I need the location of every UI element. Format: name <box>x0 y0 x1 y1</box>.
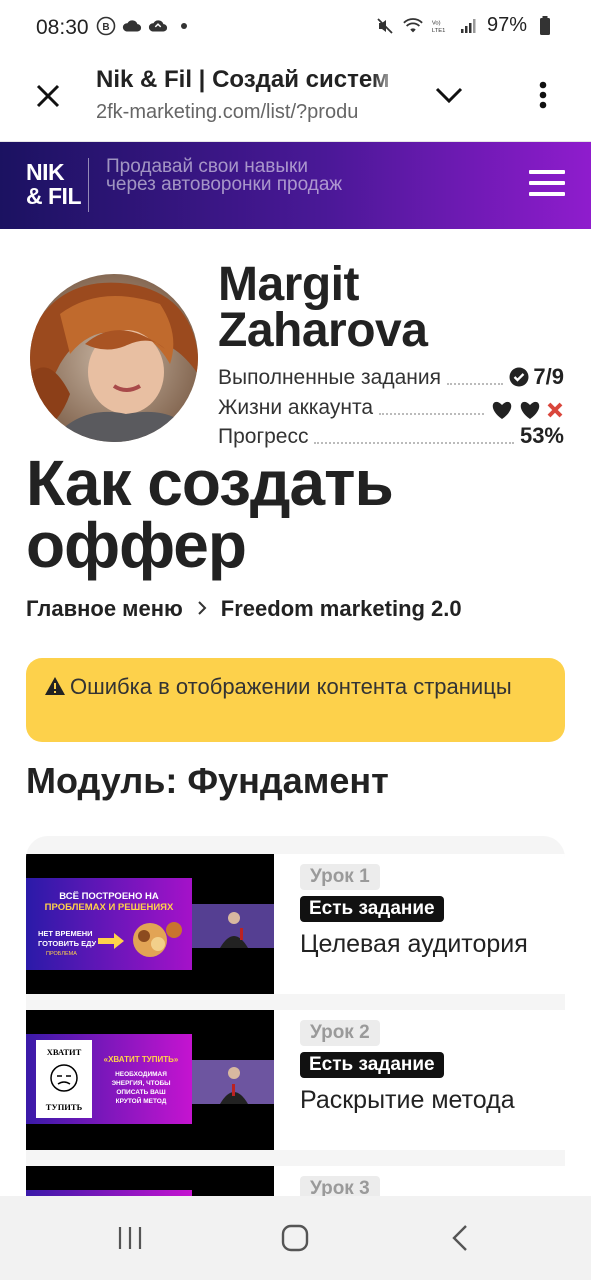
browser-page-title: Nik & Fil | Создай систем <box>96 66 402 94</box>
stat-label: Жизни аккаунта <box>218 396 374 419</box>
page-title-line-1: Как создать <box>26 447 394 519</box>
thumb-text: ПРОБЛЕМАХ И РЕШЕНИЯХ <box>45 902 174 913</box>
volte-lte-icon: Vo) LTE1 <box>431 16 451 36</box>
status-bar: 08:30 B Vo) LTE1 97% <box>0 0 591 56</box>
thumb-text: НЕОБХОДИМАЯ <box>115 1071 167 1078</box>
thumb-text: ОПИСАТЬ ВАШ <box>116 1089 166 1096</box>
lesson-card-3[interactable]: Урок 3 <box>26 1166 565 1196</box>
error-text: Ошибка в отображении контента страницы <box>70 674 512 699</box>
lessons-list: ВСЁ ПОСТРОЕНО НА ПРОБЛЕМАХ И РЕШЕНИЯХ НЕ… <box>26 836 565 1196</box>
status-time: 08:30 <box>36 16 89 39</box>
recent-apps-button[interactable] <box>110 1222 150 1254</box>
breadcrumb-main-menu[interactable]: Главное меню <box>26 596 183 622</box>
avatar <box>30 274 198 442</box>
thumb-text: ЭНЕРГИЯ, ЧТОБЫ <box>111 1080 170 1087</box>
expand-button[interactable] <box>428 74 470 116</box>
check-circle-icon <box>509 367 529 387</box>
chevron-right-icon <box>197 596 207 622</box>
heart-icon <box>520 401 540 419</box>
browser-toolbar: Nik & Fil | Создай систем 2fk-marketing.… <box>0 56 591 142</box>
page-title-line-2: оффер <box>26 509 247 581</box>
dot-icon <box>174 16 194 36</box>
stat-progress: Прогресс 53% <box>218 421 564 449</box>
chevron-down-icon <box>435 87 463 103</box>
user-last-name: Zaharova <box>218 304 428 357</box>
error-alert: Ошибка в отображении контента страницы <box>26 658 565 742</box>
lesson-title: Целевая аудитория <box>300 930 528 958</box>
has-task-badge: Есть задание <box>300 1052 444 1078</box>
module-title: Модуль: Фундамент <box>26 760 389 801</box>
breadcrumb-course[interactable]: Freedom marketing 2.0 <box>221 596 462 622</box>
recent-apps-icon <box>118 1227 142 1249</box>
stat-value: 53% <box>519 423 564 448</box>
lesson-card-2[interactable]: ХВАТИТ ТУПИТЬ «ХВАТИТ ТУПИТЬ» НЕОБХОДИМА… <box>26 1010 565 1150</box>
user-name: Margit Zaharova <box>218 258 428 357</box>
lesson-number: Урок 3 <box>300 1176 380 1196</box>
thumb-text: ВСЁ ПОСТРОЕНО НА <box>59 891 159 902</box>
battery-icon <box>535 15 555 36</box>
b-notification-icon: B <box>96 16 116 36</box>
stat-label: Выполненные задания <box>218 366 441 389</box>
browser-url[interactable]: 2fk-marketing.com/list/?produ <box>96 101 402 124</box>
browser-url-text: 2fk-marketing.com/list/?produ <box>96 101 359 123</box>
cloud-sync-icon <box>148 16 168 36</box>
back-button[interactable] <box>440 1222 480 1254</box>
site-tagline: Продавай свои навыки через автоворонки п… <box>106 156 343 195</box>
thumb-text: «ХВАТИТ ТУПИТЬ» <box>104 1055 179 1064</box>
home-icon <box>281 1224 309 1252</box>
battery-percent: 97% <box>486 14 527 36</box>
cloud-icon <box>122 16 142 36</box>
signal-icon <box>459 16 479 36</box>
thumb-text: ХВАТИТ <box>47 1047 82 1057</box>
lesson-thumbnail: ВСЁ ПОСТРОЕНО НА ПРОБЛЕМАХ И РЕШЕНИЯХ НЕ… <box>26 854 274 994</box>
android-nav-bar <box>0 1196 591 1280</box>
lesson-number: Урок 2 <box>300 1020 380 1046</box>
stat-completed-tasks: Выполненные задания 7/9 <box>218 362 564 390</box>
mute-icon <box>375 16 395 36</box>
svg-text:Vo): Vo) <box>432 20 441 26</box>
home-button[interactable] <box>275 1222 315 1254</box>
stat-account-lives: Жизни аккаунта <box>218 392 564 420</box>
more-options-button[interactable] <box>522 74 564 116</box>
svg-text:B: B <box>102 22 109 33</box>
back-icon <box>452 1225 467 1251</box>
thumb-text: ГОТОВИТЬ ЕДУ <box>38 939 97 948</box>
heart-icon <box>492 401 512 419</box>
lesson-number: Урок 1 <box>300 864 380 890</box>
wifi-icon <box>403 16 423 36</box>
hamburger-icon-bar <box>529 192 565 196</box>
has-task-badge: Есть задание <box>300 896 444 922</box>
lost-life-x-icon <box>547 402 563 418</box>
breadcrumb: Главное меню Freedom marketing 2.0 <box>26 596 462 622</box>
site-logo[interactable]: NIK & FIL <box>26 159 82 209</box>
page-title: Как создать оффер <box>26 447 394 581</box>
logo-line-1: NIK <box>26 159 65 185</box>
menu-button[interactable] <box>529 170 565 202</box>
close-icon <box>36 84 60 108</box>
stat-label: Прогресс <box>218 425 309 448</box>
thumb-text: НЕТ ВРЕМЕНИ <box>38 929 93 938</box>
logo-divider <box>88 158 89 212</box>
stat-value: 7/9 <box>533 364 564 389</box>
thumb-text: КРУТОЙ МЕТОД <box>116 1096 167 1105</box>
close-tab-button[interactable] <box>28 76 68 116</box>
user-first-name: Margit <box>218 258 360 311</box>
site-header: NIK & FIL Продавай свои навыки через авт… <box>0 142 591 229</box>
lesson-title: Раскрытие метода <box>300 1086 515 1114</box>
lesson-card-1[interactable]: ВСЁ ПОСТРОЕНО НА ПРОБЛЕМАХ И РЕШЕНИЯХ НЕ… <box>26 854 565 994</box>
lesson-thumbnail <box>26 1166 274 1196</box>
thumb-text: ТУПИТЬ <box>46 1102 83 1112</box>
more-vertical-icon <box>539 81 547 109</box>
svg-text:LTE1: LTE1 <box>432 27 446 33</box>
logo-line-2: & FIL <box>26 183 82 209</box>
hamburger-icon-bar <box>529 170 565 174</box>
lesson-thumbnail: ХВАТИТ ТУПИТЬ «ХВАТИТ ТУПИТЬ» НЕОБХОДИМА… <box>26 1010 274 1150</box>
thumb-text: ПРОБЛЕМА <box>46 951 77 957</box>
warning-icon <box>45 677 65 695</box>
hamburger-icon-bar <box>529 181 565 185</box>
browser-page-title-text: Nik & Fil | Создай систем <box>96 66 390 93</box>
